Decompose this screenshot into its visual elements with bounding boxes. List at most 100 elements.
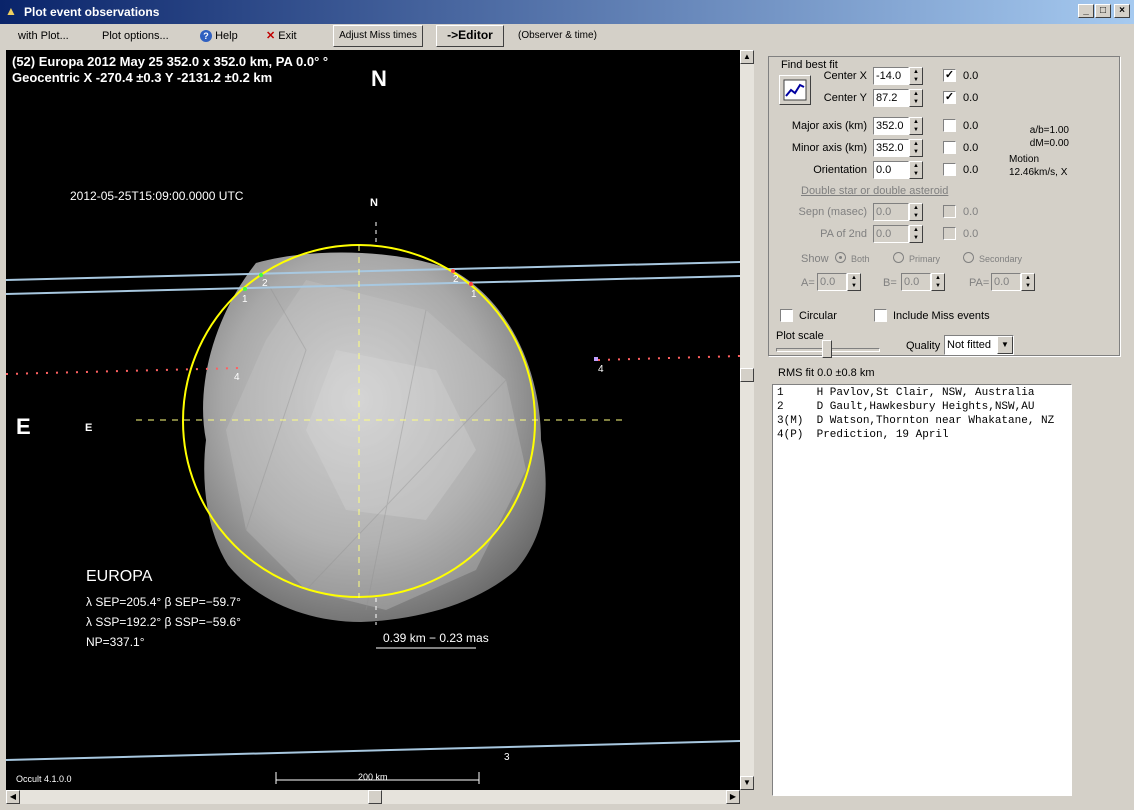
list-item[interactable]: 1 H Pavlov,St Clair, NSW, Australia [777, 387, 1034, 399]
pa-second-spinner[interactable]: ▲ ▼ [909, 225, 923, 243]
orientation-checkbox[interactable] [943, 163, 956, 176]
close-button[interactable]: × [1114, 4, 1130, 18]
chord-label-1b: 1 [471, 289, 477, 300]
exit-label: Exit [278, 30, 297, 42]
orientation-label: Orientation [813, 164, 867, 176]
event-datetime: 2012-05-25T15:09:00.0000 UTC [70, 189, 244, 203]
minor-axis-checkbox[interactable] [943, 141, 956, 154]
observer-time-label: (Observer & time) [518, 30, 597, 41]
scroll-left-icon[interactable]: ◀ [6, 790, 20, 804]
show-primary-radio[interactable] [893, 252, 904, 263]
center-x-spinner[interactable]: ▲ ▼ [909, 67, 923, 85]
scroll-down-icon[interactable]: ▼ [740, 776, 754, 790]
center-y-input[interactable]: 87.2 [873, 89, 909, 107]
rms-fit-label: RMS fit 0.0 ±0.8 km [778, 367, 875, 379]
editor-button[interactable]: ->Editor [436, 25, 504, 47]
quality-value: Not fitted [947, 339, 992, 351]
plot-horizontal-scrollbar[interactable]: ◀ ▶ [6, 790, 740, 804]
list-item[interactable]: 3(M) D Watson,Thornton near Whakatane, N… [777, 415, 1054, 427]
app-icon: ▲ [5, 4, 17, 18]
menu-help[interactable]: ? Help [196, 28, 242, 44]
object-name: EUROPA [86, 568, 153, 585]
prediction-chord-west [6, 367, 241, 375]
minor-axis-input[interactable]: 352.0 [873, 139, 909, 157]
major-axis-spinner[interactable]: ▲ ▼ [909, 117, 923, 135]
a-spinner[interactable]: ▲ ▼ [847, 273, 861, 291]
version-label: Occult 4.1.0.0 [16, 774, 72, 784]
scroll-right-icon[interactable]: ▶ [726, 790, 740, 804]
quality-select[interactable]: Not fitted ▼ [944, 335, 1014, 355]
plot-vertical-scrollbar[interactable]: ▲ ▼ [740, 50, 754, 790]
center-x-checkbox[interactable]: ✓ [943, 69, 956, 82]
pa-spinner[interactable]: ▲ ▼ [1021, 273, 1035, 291]
include-miss-checkbox[interactable] [874, 309, 887, 322]
include-miss-label: Include Miss events [893, 310, 990, 322]
minor-axis-spinner[interactable]: ▲ ▼ [909, 139, 923, 157]
chord-label-3: 3 [504, 752, 510, 763]
pa-input[interactable]: 0.0 [991, 273, 1021, 291]
chord-label-1a: 1 [242, 294, 248, 305]
scale-label: 200 km [358, 772, 388, 782]
maximize-button[interactable]: □ [1095, 4, 1111, 18]
motion-label: Motion [1009, 154, 1040, 165]
scroll-thumb[interactable] [740, 368, 754, 382]
menu-plot-options[interactable]: Plot options... [98, 28, 173, 44]
show-both-radio[interactable] [835, 252, 846, 263]
list-item[interactable]: 2 D Gault,Hawkesbury Heights,NSW,AU [777, 401, 1034, 413]
b-label: B= [883, 277, 897, 289]
separation-checkbox[interactable] [943, 205, 956, 218]
pa-second-checkbox[interactable] [943, 227, 956, 240]
chord-label-2b: 2 [453, 274, 459, 285]
b-spinner[interactable]: ▲ ▼ [931, 273, 945, 291]
scroll-up-icon[interactable]: ▲ [740, 50, 754, 64]
adjust-miss-times-button[interactable]: Adjust Miss times [333, 25, 423, 47]
east-small-label: E [85, 422, 92, 434]
center-y-spinner[interactable]: ▲ ▼ [909, 89, 923, 107]
minor-axis-label: Minor axis (km) [791, 142, 867, 154]
center-x-input[interactable]: -14.0 [873, 67, 909, 85]
menu-with-plot[interactable]: with Plot... [14, 28, 73, 44]
separation-input[interactable]: 0.0 [873, 203, 909, 221]
plot-canvas: (52) Europa 2012 May 25 352.0 x 352.0 km… [6, 54, 740, 784]
plot-scale-thumb[interactable] [822, 340, 832, 358]
north-small-label: N [370, 197, 378, 209]
center-x-label: Center X [823, 70, 867, 82]
north-label: N [371, 66, 387, 91]
menu-exit[interactable]: ✕ Exit [262, 28, 301, 44]
orientation-error: 0.0 [963, 164, 979, 176]
major-axis-input[interactable]: 352.0 [873, 117, 909, 135]
fit-button[interactable] [779, 75, 811, 105]
sep-values: λ SEP=205.4° β SEP=−59.7° [86, 595, 241, 609]
a-input[interactable]: 0.0 [817, 273, 847, 291]
pa-second-input[interactable]: 0.0 [873, 225, 909, 243]
minimize-button[interactable]: _ [1078, 4, 1094, 18]
plot-area[interactable]: (52) Europa 2012 May 25 352.0 x 352.0 km… [6, 50, 740, 790]
prediction-marker [594, 357, 598, 361]
chart-fit-icon [783, 79, 807, 101]
east-label: E [16, 414, 31, 439]
pa-label: PA= [969, 277, 990, 289]
list-item[interactable]: 4(P) Prediction, 19 April [777, 429, 949, 441]
chord-label-4b: 4 [598, 364, 604, 375]
b-input[interactable]: 0.0 [901, 273, 931, 291]
center-y-checkbox[interactable]: ✓ [943, 91, 956, 104]
circular-label: Circular [799, 310, 837, 322]
plot-header-line1: (52) Europa 2012 May 25 352.0 x 352.0 km… [12, 54, 328, 69]
motion-value: 12.46km/s, X [1009, 167, 1068, 178]
observers-list[interactable]: 1 H Pavlov,St Clair, NSW, Australia 2 D … [772, 384, 1072, 796]
ab-ratio: a/b=1.00 [1029, 125, 1069, 136]
chevron-down-icon[interactable]: ▼ [997, 336, 1013, 354]
circular-checkbox[interactable] [780, 309, 793, 322]
show-secondary-radio[interactable] [963, 252, 974, 263]
major-axis-checkbox[interactable] [943, 119, 956, 132]
show-both-label: Both [851, 254, 870, 264]
separation-spinner[interactable]: ▲ ▼ [909, 203, 923, 221]
orientation-input[interactable]: 0.0 [873, 161, 909, 179]
double-star-title: Double star or double asteroid [801, 185, 949, 197]
dm-value: dM=0.00 [1029, 138, 1069, 149]
separation-label: Sepn (masec) [798, 206, 867, 218]
fit-panel: Find best fit Center X -14.0 ▲ ▼ ✓ 0.0 Ce… [762, 50, 1134, 810]
chord-point [243, 287, 247, 291]
scroll-thumb-horizontal[interactable] [368, 790, 382, 804]
orientation-spinner[interactable]: ▲ ▼ [909, 161, 923, 179]
